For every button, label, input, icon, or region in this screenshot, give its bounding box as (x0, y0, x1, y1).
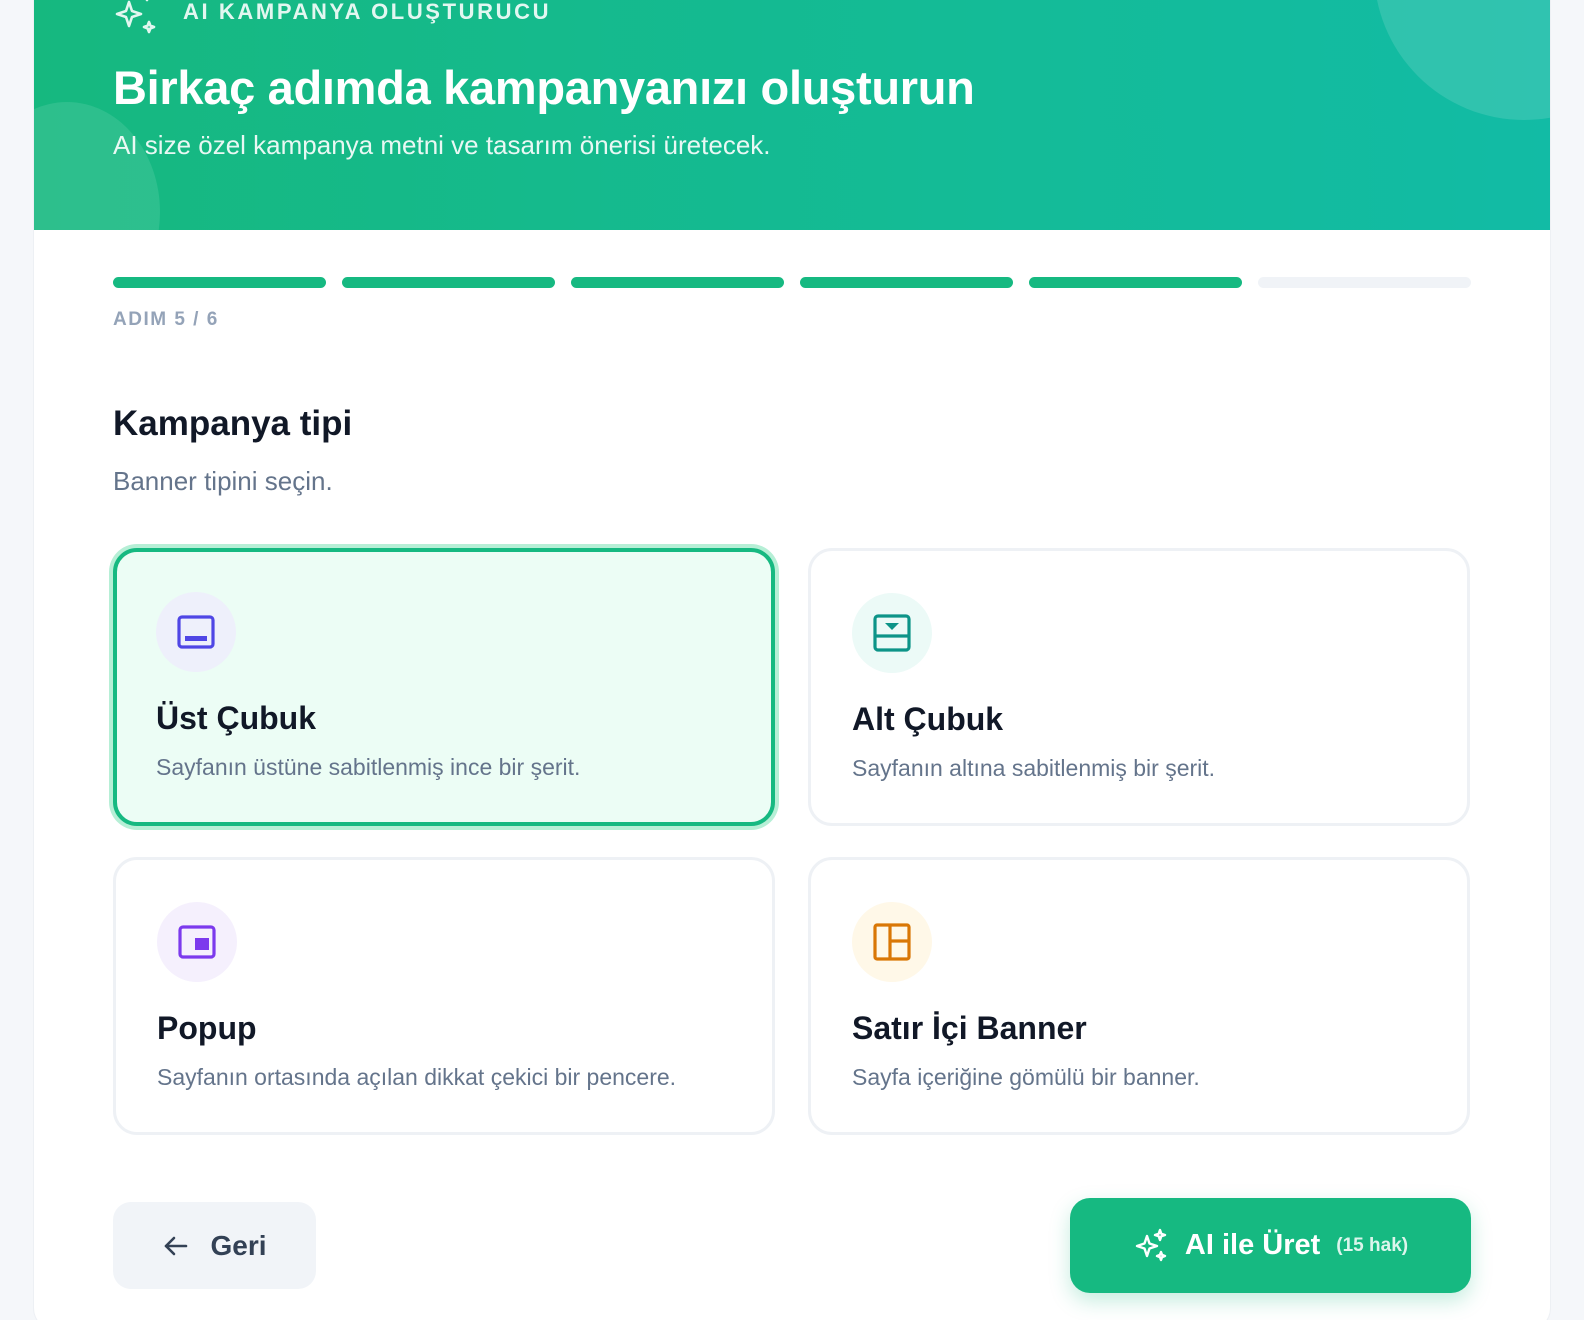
progress-segment (1258, 277, 1471, 288)
decorative-circle (1374, 0, 1550, 120)
progress-segment (342, 277, 555, 288)
icon-circle (156, 592, 236, 672)
page-title: Birkaç adımda kampanyanızı oluşturun (113, 61, 975, 114)
arrow-left-icon (165, 1236, 188, 1255)
progress-segment (113, 277, 326, 288)
header-eyebrow: AI KAMPANYA OLUŞTURUCU (113, 0, 551, 34)
progress-segment (1029, 277, 1242, 288)
back-button[interactable]: Geri (113, 1202, 316, 1289)
option-card-top-bar[interactable]: Üst Çubuk Sayfanın üstüne sabitlenmiş in… (113, 548, 775, 826)
option-title: Üst Çubuk (156, 700, 316, 736)
progress-segment (800, 277, 1013, 288)
progress-segment (571, 277, 784, 288)
icon-circle (157, 902, 237, 982)
eyebrow-label: AI KAMPANYA OLUŞTURUCU (183, 0, 552, 24)
option-title: Popup (157, 1010, 257, 1046)
option-description: Sayfanın üstüne sabitlenmiş ince bir şer… (156, 754, 581, 780)
step-counter: ADIM 5 / 6 (113, 309, 219, 330)
inline-banner-icon (873, 923, 911, 961)
popup-icon (178, 925, 216, 959)
generate-button-label: AI ile Üret (1184, 1229, 1321, 1261)
wizard-header: AI KAMPANYA OLUŞTURUCU Birkaç adımda kam… (34, 0, 1550, 230)
top-bar-icon (177, 615, 215, 649)
option-description: Sayfanın altına sabitlenmiş bir şerit. (852, 755, 1216, 781)
option-description: Sayfanın ortasında açılan dikkat çekici … (157, 1064, 677, 1090)
decorative-circle (34, 102, 160, 230)
wizard-card: AI KAMPANYA OLUŞTURUCU Birkaç adımda kam… (34, 0, 1550, 1320)
sparkles-icon (1135, 1228, 1167, 1261)
page-subtitle: AI size özel kampanya metni ve tasarım ö… (113, 130, 771, 160)
option-card-popup[interactable]: Popup Sayfanın ortasında açılan dikkat ç… (113, 857, 775, 1135)
option-description: Sayfa içeriğine gömülü bir banner. (852, 1064, 1200, 1090)
option-title: Satır İçi Banner (852, 1010, 1087, 1046)
section-title: Kampanya tipi (113, 404, 353, 443)
icon-circle (852, 902, 932, 982)
option-card-bottom-bar[interactable]: Alt Çubuk Sayfanın altına sabitlenmiş bi… (808, 548, 1470, 826)
credits-badge: (15 hak) (1336, 1234, 1409, 1256)
step-progress (113, 277, 1471, 288)
back-button-label: Geri (210, 1229, 267, 1261)
sparkles-icon (115, 0, 156, 34)
icon-circle (852, 593, 932, 673)
option-title: Alt Çubuk (852, 701, 1004, 737)
generate-with-ai-button[interactable]: AI ile Üret (15 hak) (1070, 1198, 1471, 1293)
option-card-inline-banner[interactable]: Satır İçi Banner Sayfa içeriğine gömülü … (808, 857, 1470, 1135)
section-subtitle: Banner tipini seçin. (113, 466, 333, 496)
bottom-bar-icon (873, 614, 911, 652)
